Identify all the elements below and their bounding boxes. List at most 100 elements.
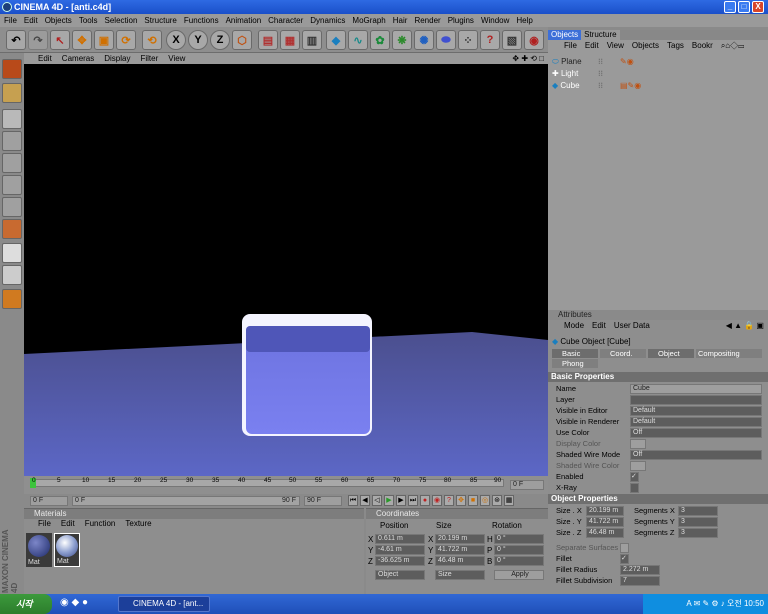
tab-phong[interactable]: Phong xyxy=(552,359,598,368)
visibility-dots-icon[interactable]: ⁝⁝ xyxy=(598,56,603,67)
display-color-swatch[interactable] xyxy=(630,439,646,449)
spline-icon[interactable]: ∿ xyxy=(348,30,368,50)
material-swatch[interactable]: Mat xyxy=(54,533,80,567)
axis-mode-icon[interactable] xyxy=(2,109,22,129)
menu-help[interactable]: Help xyxy=(516,14,532,27)
snap-icon[interactable] xyxy=(2,289,22,309)
om-search-icon[interactable]: ⌕⌂◇▭ xyxy=(721,40,744,52)
tab-coord[interactable]: Coord. xyxy=(600,349,646,358)
maximize-button[interactable]: □ xyxy=(738,1,750,13)
menu-tools[interactable]: Tools xyxy=(79,14,98,27)
taskbar-cinema4d-item[interactable]: CINEMA 4D - [ant... xyxy=(118,596,210,612)
size-x-field[interactable]: 20.199 m xyxy=(586,506,624,516)
viewport-menu-display[interactable]: Display xyxy=(104,53,130,64)
render-picture-viewer-icon[interactable]: ▦ xyxy=(280,30,300,50)
cube-primitive-icon[interactable]: ◆ xyxy=(326,30,346,50)
menu-file[interactable]: File xyxy=(4,14,17,27)
materials-menu-texture[interactable]: Texture xyxy=(125,519,151,529)
autokey-icon[interactable]: ◉ xyxy=(432,495,442,506)
y-axis-lock-button[interactable]: Y xyxy=(188,30,208,50)
menu-hair[interactable]: Hair xyxy=(393,14,408,27)
size-x-field[interactable]: 20.199 m xyxy=(435,534,485,544)
object-row-light[interactable]: ✚ Light ⁝⁝ xyxy=(552,68,762,79)
om-menu-objects[interactable]: Objects xyxy=(632,40,659,52)
menu-mograph[interactable]: MoGraph xyxy=(352,14,385,27)
object-tags-icon[interactable]: ✎◉ xyxy=(620,56,634,67)
materials-menu-file[interactable]: File xyxy=(38,519,51,529)
record-icon[interactable]: ● xyxy=(420,495,430,506)
help-button[interactable]: ? xyxy=(480,30,500,50)
tweak-icon[interactable] xyxy=(2,265,22,285)
coord-mode-dropdown[interactable]: Object xyxy=(375,570,425,580)
tab-object[interactable]: Object xyxy=(648,349,694,358)
object-row-cube[interactable]: ◆ Cube ⁝⁝ ▤✎◉ xyxy=(552,80,762,91)
array-icon[interactable]: ❋ xyxy=(392,30,412,50)
layer-field[interactable] xyxy=(630,395,762,405)
key-pla-icon[interactable]: ▦ xyxy=(504,495,514,506)
viewport-menu-view[interactable]: View xyxy=(168,53,185,64)
play-back-icon[interactable]: ◁ xyxy=(372,495,382,506)
object-row-plane[interactable]: ⬭ Plane ⁝⁝ ✎◉ xyxy=(552,56,762,67)
shaded-wire-mode-dropdown[interactable]: Off xyxy=(630,450,762,460)
object-mode-icon[interactable] xyxy=(2,83,22,103)
particles-icon[interactable]: ⁘ xyxy=(458,30,478,50)
go-end-icon[interactable]: ⏭ xyxy=(408,495,418,506)
menu-character[interactable]: Character xyxy=(268,14,303,27)
attr-nav-icons[interactable]: ◀ ▲ 🔒 ▣ xyxy=(726,320,768,332)
start-frame-field[interactable]: 0 F xyxy=(30,496,68,506)
workplane-icon[interactable] xyxy=(2,219,22,239)
edge-mode-icon[interactable] xyxy=(2,153,22,173)
attr-menu-edit[interactable]: Edit xyxy=(592,320,606,332)
fillet-subdivision-field[interactable]: 7 xyxy=(620,576,660,586)
render-settings-icon[interactable]: ▥ xyxy=(302,30,322,50)
viewport-nav-icons[interactable]: ✥ ✚ ⟲ □ xyxy=(512,53,548,64)
play-icon[interactable]: ▶ xyxy=(384,495,394,506)
om-menu-file[interactable]: File xyxy=(564,40,577,52)
range-slider[interactable]: 0 F 90 F xyxy=(72,496,300,506)
menu-plugins[interactable]: Plugins xyxy=(448,14,474,27)
menu-structure[interactable]: Structure xyxy=(144,14,176,27)
key-scale-icon[interactable]: ■ xyxy=(468,495,478,506)
position-y-field[interactable]: -4.61 m xyxy=(375,545,425,555)
layout-icon[interactable]: ▧ xyxy=(502,30,522,50)
menu-dynamics[interactable]: Dynamics xyxy=(310,14,345,27)
deformer-icon[interactable]: ✺ xyxy=(414,30,434,50)
position-x-field[interactable]: 0.611 m xyxy=(375,534,425,544)
om-menu-edit[interactable]: Edit xyxy=(585,40,599,52)
point-mode-icon[interactable] xyxy=(2,131,22,151)
size-z-field[interactable]: 46.48 m xyxy=(435,556,485,566)
shaded-wire-color-swatch[interactable] xyxy=(630,461,646,471)
render-view-icon[interactable]: ▤ xyxy=(258,30,278,50)
rotation-h-field[interactable]: 0 ° xyxy=(494,534,544,544)
viewport-menu-cameras[interactable]: Cameras xyxy=(62,53,94,64)
undo-icon[interactable]: ↶ xyxy=(6,30,26,50)
materials-menu-function[interactable]: Function xyxy=(85,519,116,529)
coordinate-system-icon[interactable]: ⬡ xyxy=(232,30,252,50)
enabled-checkbox[interactable]: ✓ xyxy=(630,472,639,482)
size-z-field[interactable]: 46.48 m xyxy=(586,528,624,538)
tab-structure[interactable]: Structure xyxy=(581,30,620,40)
prev-key-icon[interactable]: ◀ xyxy=(360,495,370,506)
key-position-icon[interactable]: ✥ xyxy=(456,495,466,506)
name-field[interactable]: Cube xyxy=(630,384,762,394)
size-mode-dropdown[interactable]: Size xyxy=(435,570,485,580)
model-mode-icon[interactable] xyxy=(2,59,22,79)
start-button[interactable]: 시작 xyxy=(0,594,52,614)
recent-tool-icon[interactable]: ⟲ xyxy=(142,30,162,50)
object-tags-icon[interactable]: ▤✎◉ xyxy=(620,80,641,91)
om-menu-tags[interactable]: Tags xyxy=(667,40,684,52)
quicklaunch-icons[interactable]: ◉ ◆ ● xyxy=(60,597,88,608)
rotate-icon[interactable]: ⟳ xyxy=(116,30,136,50)
texture-mode-icon[interactable] xyxy=(2,197,22,217)
scale-icon[interactable]: ▣ xyxy=(94,30,114,50)
scene-icon[interactable]: ⬬ xyxy=(436,30,456,50)
attr-menu-user-data[interactable]: User Data xyxy=(614,320,650,332)
viewport-menu-edit[interactable]: Edit xyxy=(38,53,52,64)
polygon-mode-icon[interactable] xyxy=(2,175,22,195)
live-select-icon[interactable]: ↖ xyxy=(50,30,70,50)
attr-menu-mode[interactable]: Mode xyxy=(564,320,584,332)
menu-edit[interactable]: Edit xyxy=(24,14,38,27)
size-y-field[interactable]: 41.722 m xyxy=(435,545,485,555)
move-icon[interactable]: ✥ xyxy=(72,30,92,50)
timeline-ruler[interactable]: 0 5 10 15 20 25 30 35 40 45 50 55 60 65 … xyxy=(24,476,548,494)
